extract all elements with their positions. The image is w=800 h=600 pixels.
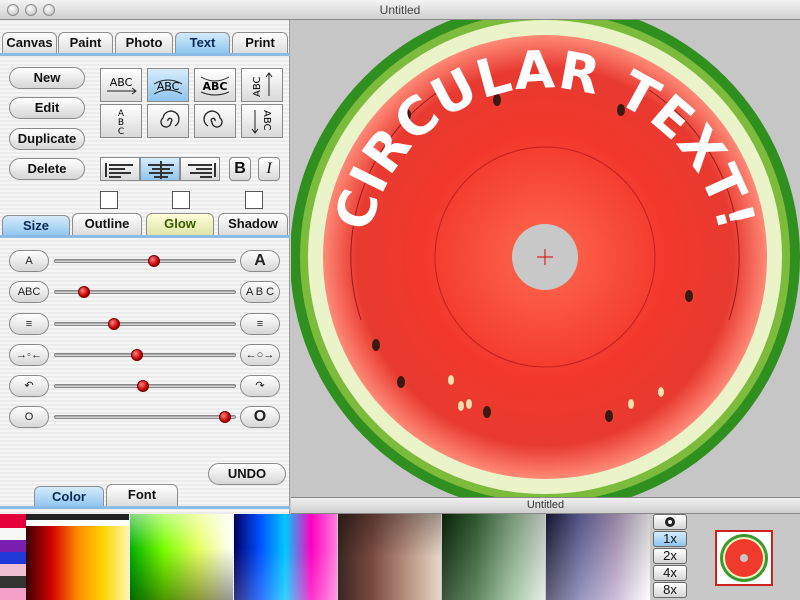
size-slider-track[interactable] [54,259,236,263]
align-center-button[interactable] [140,157,180,181]
arc-up-text-tool[interactable]: ABC [147,68,189,102]
opacity-slider-track[interactable] [54,415,236,419]
tab-text[interactable]: Text [175,32,230,54]
spacing-increase-button[interactable]: A B C [240,281,280,303]
window-title: Untitled [379,3,421,17]
recent-colors-strip[interactable] [0,514,26,600]
spiral-text-icon [160,110,180,128]
spiral-text-tool[interactable] [147,104,189,138]
size-increase-button[interactable]: A [240,250,280,272]
opacity-increase-button[interactable]: O [240,406,280,428]
duplicate-button[interactable]: Duplicate [9,128,85,150]
arc-down-text-icon: ABC [200,76,230,96]
tab-font[interactable]: Font [106,484,178,506]
line-spacing-decrease-button[interactable]: ≡ [9,313,49,335]
design-canvas[interactable]: CIRCULAR TEXT! [291,20,800,497]
rotation-slider-knob[interactable] [137,380,150,392]
svg-text:ABC: ABC [252,76,263,97]
svg-text:ABC: ABC [110,76,133,89]
arc-down-text-tool[interactable]: ABC [194,68,236,102]
tab-underline [0,53,290,56]
tab-canvas[interactable]: Canvas [2,32,57,54]
undo-button[interactable]: UNDO [208,463,286,485]
spiral-alt-text-tool[interactable] [194,104,236,138]
spacing-slider-knob[interactable] [77,286,90,298]
rotation-increase-button[interactable]: ↷ [240,375,280,397]
edit-button[interactable]: Edit [9,97,85,119]
tab-photo[interactable]: Photo [115,32,173,54]
spiral-alt-text-icon [203,110,223,128]
vertical-down-text-icon: ABC [251,110,272,134]
radius-decrease-button[interactable]: →◦← [9,344,49,366]
outline-checkbox[interactable] [100,191,118,209]
document-title-bar: Untitled [291,497,800,514]
bold-button[interactable]: B [229,157,251,181]
tool-panel: Canvas Paint Photo Text Print New Edit D… [0,20,290,600]
size-slider-knob[interactable] [147,255,160,267]
opacity-decrease-button[interactable]: O [9,406,49,428]
spacing-decrease-button[interactable]: ABC [9,281,49,303]
vertical-text-tool[interactable]: ABC [241,68,283,102]
color-swatch-brown[interactable] [338,514,441,600]
svg-text:C: C [118,127,124,136]
svg-text:ABC: ABC [203,80,228,93]
arc-up-text-icon: ABC [153,79,183,95]
tab-outline[interactable]: Outline [72,213,142,235]
eyedropper-target-button[interactable] [653,514,687,530]
zoom-1x-button[interactable]: 1x [653,531,687,547]
radius-slider-knob[interactable] [130,349,143,361]
color-swatch-lavender[interactable] [546,514,650,600]
window-title-bar: Untitled [0,0,800,20]
stacked-text-tool[interactable]: A B C [100,104,142,138]
color-swatch-blue[interactable] [234,514,337,600]
radius-increase-button[interactable]: ←○→ [240,344,280,366]
straight-text-icon: ABC [107,76,137,95]
line-spacing-slider-track[interactable] [54,322,236,326]
zoom-4x-button[interactable]: 4x [653,565,687,581]
align-left-button[interactable] [100,157,140,181]
vertical-text-icon: ABC [252,72,273,97]
color-swatch-green[interactable] [130,514,233,600]
tab-size[interactable]: Size [2,215,70,237]
svg-text:ABC: ABC [261,110,272,131]
tab-print[interactable]: Print [232,32,288,54]
tab-paint[interactable]: Paint [58,32,113,54]
glow-checkbox[interactable] [172,191,190,209]
color-swatch-warm[interactable] [26,514,129,600]
stacked-text-icon: A B C [118,109,125,136]
zoom-8x-button[interactable]: 8x [653,582,687,598]
line-spacing-increase-button[interactable]: ≡ [240,313,280,335]
line-spacing-slider-knob[interactable] [108,318,121,330]
bottom-tab-underline [0,506,290,509]
tab-shadow[interactable]: Shadow [218,213,288,235]
canvas-thumbnail[interactable] [715,530,773,586]
zoom-2x-button[interactable]: 2x [653,548,687,564]
thumbnail-preview [720,534,768,582]
opacity-slider-knob[interactable] [218,411,231,423]
vertical-down-text-tool[interactable]: ABC [241,104,283,138]
tab-glow[interactable]: Glow [146,213,214,235]
italic-button[interactable]: I [258,157,280,181]
align-right-button[interactable] [180,157,220,181]
tab-color[interactable]: Color [34,486,104,508]
rotation-decrease-button[interactable]: ↶ [9,375,49,397]
shadow-checkbox[interactable] [245,191,263,209]
new-button[interactable]: New [9,67,85,89]
size-decrease-button[interactable]: A [9,250,49,272]
subtab-underline [0,235,290,238]
radius-slider-track[interactable] [54,353,236,357]
watermelon-disc-artwork: CIRCULAR TEXT! [291,20,800,497]
straight-text-tool[interactable]: ABC [100,68,142,102]
delete-button[interactable]: Delete [9,158,85,180]
color-swatch-olive[interactable] [442,514,545,600]
target-icon [665,517,675,527]
